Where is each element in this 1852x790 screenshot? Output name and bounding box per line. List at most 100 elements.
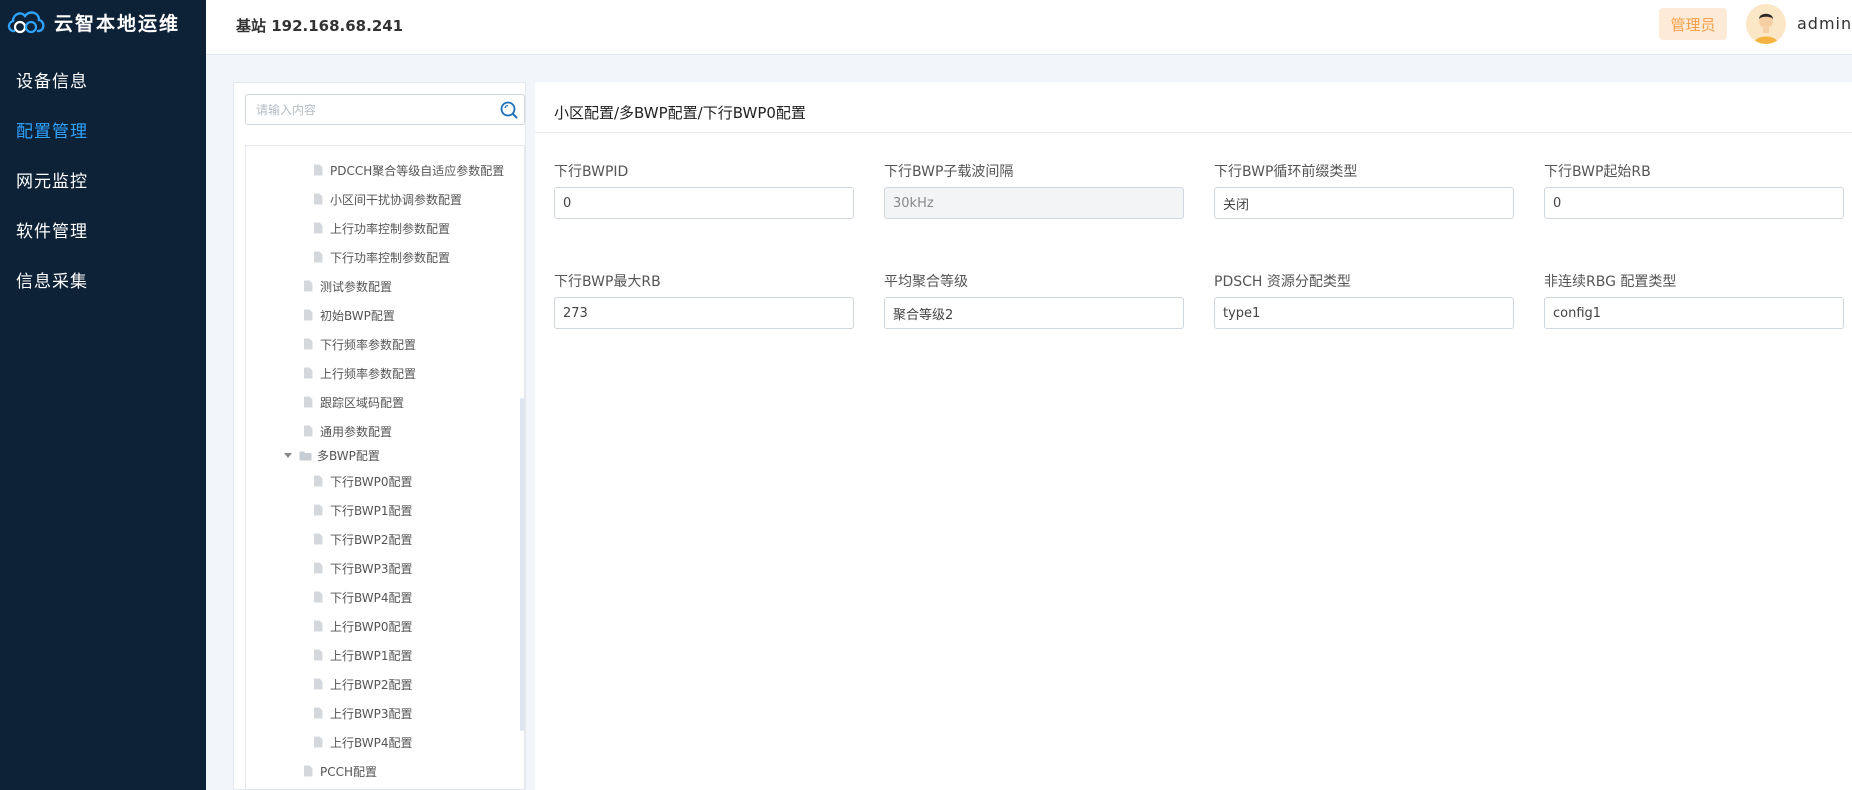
- dl-bwp-max-rb-input[interactable]: [554, 297, 854, 329]
- sidebar-item-info-collection[interactable]: 信息采集: [0, 254, 206, 304]
- dl-bwp-scs-input: [884, 187, 1184, 219]
- dl-bwp-start-rb-input[interactable]: [1544, 187, 1844, 219]
- tree-item-label: 多BWP配置: [317, 448, 380, 463]
- tree-item-ul-frequency[interactable]: 上行频率参数配置: [303, 363, 416, 383]
- file-icon: [304, 425, 313, 437]
- tree-item-general-params[interactable]: 通用参数配置: [303, 421, 392, 441]
- tree-item-dl-bwp1[interactable]: 下行BWP1配置: [313, 500, 413, 520]
- avg-aggregation-level-select[interactable]: [884, 297, 1184, 329]
- field-label-noncontiguous-rbg-type: 非连续RBG 配置类型: [1544, 274, 1677, 290]
- sidebar: 云智本地运维 设备信息 配置管理 网元监控 软件管理 信息采集: [0, 0, 206, 790]
- tree-item-test-params[interactable]: 测试参数配置: [303, 276, 392, 296]
- field-label-pdsch-allocation-type: PDSCH 资源分配类型: [1214, 274, 1351, 290]
- tree-item-label: 上行BWP1配置: [330, 648, 413, 663]
- search-icon[interactable]: [499, 100, 519, 120]
- file-icon: [304, 367, 313, 379]
- breadcrumb: 小区配置/多BWP配置/下行BWP0配置: [554, 104, 806, 122]
- file-icon: [314, 475, 323, 487]
- file-icon: [314, 649, 323, 661]
- file-icon: [304, 338, 313, 350]
- divider: [535, 132, 1852, 133]
- file-icon: [314, 533, 323, 545]
- tree-scrollbar[interactable]: [520, 398, 524, 731]
- field-label-dl-bwp-scs: 下行BWP子载波间隔: [884, 164, 1014, 180]
- brand: 云智本地运维: [0, 0, 206, 44]
- config-form-panel: 小区配置/多BWP配置/下行BWP0配置 下行BWPID 下行BWP子载波间隔 …: [535, 82, 1852, 790]
- file-icon: [314, 193, 323, 205]
- file-icon: [314, 707, 323, 719]
- tree-item-label: 上行功率控制参数配置: [330, 221, 451, 236]
- sidebar-item-software-management[interactable]: 软件管理: [0, 204, 206, 254]
- file-icon: [304, 765, 313, 777]
- tree-item-pcch[interactable]: PCCH配置: [303, 761, 377, 781]
- tree-item-tracking-area-code[interactable]: 跟踪区域码配置: [303, 392, 404, 412]
- tree-item-label: PDCCH聚合等级自适应参数配置: [330, 163, 505, 178]
- tree-item-label: 下行频率参数配置: [320, 337, 417, 352]
- tree-item-label: 下行功率控制参数配置: [330, 250, 451, 265]
- config-tree-panel: PDCCH聚合等级自适应参数配置 小区间干扰协调参数配置 上行功率控制参数配置 …: [233, 82, 526, 790]
- tree-item-dl-bwp0[interactable]: 下行BWP0配置: [313, 471, 413, 491]
- tree-item-label: 测试参数配置: [320, 279, 393, 294]
- sidebar-item-config-management[interactable]: 配置管理: [0, 104, 206, 154]
- station-address: 基站 192.168.68.241: [236, 17, 404, 35]
- tree-item-dl-bwp3[interactable]: 下行BWP3配置: [313, 558, 413, 578]
- tree-item-dl-bwp4[interactable]: 下行BWP4配置: [313, 587, 413, 607]
- tree-item-label: 初始BWP配置: [320, 308, 395, 323]
- file-icon: [314, 251, 323, 263]
- app-title: 云智本地运维: [54, 12, 181, 35]
- caret-down-icon[interactable]: [283, 450, 293, 460]
- tree-item-label: 上行BWP4配置: [330, 735, 413, 750]
- tree-item-ul-bwp4[interactable]: 上行BWP4配置: [313, 732, 413, 752]
- noncontiguous-rbg-type-select[interactable]: [1544, 297, 1844, 329]
- file-icon: [314, 164, 323, 176]
- tree-item-ul-bwp2[interactable]: 上行BWP2配置: [313, 674, 413, 694]
- tree-search: [245, 94, 525, 125]
- tree-item-label: 下行BWP3配置: [330, 561, 413, 576]
- tree-item-pdcch-aggregation[interactable]: PDCCH聚合等级自适应参数配置: [313, 160, 504, 180]
- file-icon: [314, 620, 323, 632]
- tree-folder-multi-bwp[interactable]: 多BWP配置: [283, 445, 380, 465]
- tree-search-input[interactable]: [246, 95, 486, 124]
- file-icon: [314, 222, 323, 234]
- tree-item-label: 小区间干扰协调参数配置: [330, 192, 463, 207]
- tree-item-initial-bwp[interactable]: 初始BWP配置: [303, 305, 395, 325]
- tree-item-label: PCCH配置: [320, 764, 378, 779]
- cloud-logo-icon: [7, 11, 45, 34]
- file-icon: [304, 280, 313, 292]
- tree-item-ul-bwp0[interactable]: 上行BWP0配置: [313, 616, 413, 636]
- tree-item-ul-power-control[interactable]: 上行功率控制参数配置: [313, 218, 450, 238]
- tree-item-label: 下行BWP0配置: [330, 474, 413, 489]
- tree-item-label: 通用参数配置: [320, 424, 393, 439]
- tree-item-dl-power-control[interactable]: 下行功率控制参数配置: [313, 247, 450, 267]
- avatar[interactable]: [1746, 4, 1786, 44]
- file-icon: [314, 736, 323, 748]
- pdsch-allocation-type-select[interactable]: [1214, 297, 1514, 329]
- config-tree: PDCCH聚合等级自适应参数配置 小区间干扰协调参数配置 上行功率控制参数配置 …: [245, 145, 525, 790]
- file-icon: [314, 562, 323, 574]
- sidebar-item-device-info[interactable]: 设备信息: [0, 54, 206, 104]
- sidebar-item-ne-monitoring[interactable]: 网元监控: [0, 154, 206, 204]
- field-label-dl-bwp-id: 下行BWPID: [554, 164, 629, 180]
- sidebar-nav: 设备信息 配置管理 网元监控 软件管理 信息采集: [0, 54, 206, 304]
- field-label-dl-bwp-start-rb: 下行BWP起始RB: [1544, 164, 1651, 180]
- field-label-avg-aggregation-level: 平均聚合等级: [884, 274, 968, 290]
- tree-item-label: 上行频率参数配置: [320, 366, 417, 381]
- role-badge: 管理员: [1659, 8, 1727, 40]
- field-label-dl-bwp-cp-type: 下行BWP循环前缀类型: [1214, 164, 1358, 180]
- tree-item-ul-bwp1[interactable]: 上行BWP1配置: [313, 645, 413, 665]
- tree-item-interference-coordination[interactable]: 小区间干扰协调参数配置: [313, 189, 462, 209]
- dl-bwp-cp-type-select[interactable]: [1214, 187, 1514, 219]
- tree-item-label: 下行BWP1配置: [330, 503, 413, 518]
- file-icon: [314, 591, 323, 603]
- tree-item-label: 上行BWP0配置: [330, 619, 413, 634]
- tree-item-label: 下行BWP2配置: [330, 532, 413, 547]
- tree-item-label: 跟踪区域码配置: [320, 395, 405, 410]
- field-label-dl-bwp-max-rb: 下行BWP最大RB: [554, 274, 661, 290]
- folder-icon: [299, 451, 312, 460]
- tree-item-dl-bwp2[interactable]: 下行BWP2配置: [313, 529, 413, 549]
- file-icon: [304, 396, 313, 408]
- dl-bwp-id-input[interactable]: [554, 187, 854, 219]
- tree-item-ul-bwp3[interactable]: 上行BWP3配置: [313, 703, 413, 723]
- username[interactable]: admin: [1797, 14, 1852, 33]
- tree-item-dl-frequency[interactable]: 下行频率参数配置: [303, 334, 416, 354]
